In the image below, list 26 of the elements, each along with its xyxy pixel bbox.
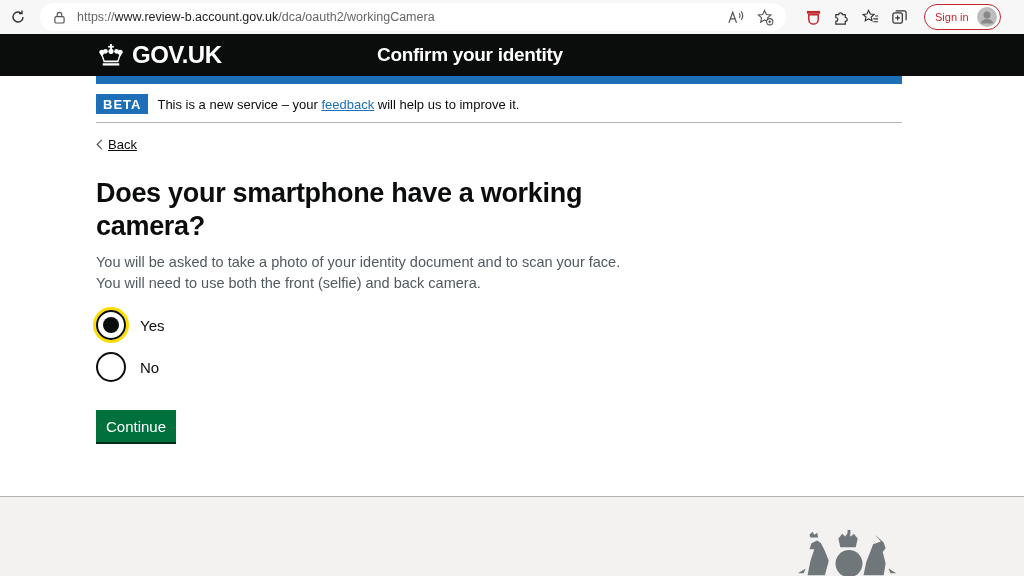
- continue-button[interactable]: Continue: [96, 410, 177, 442]
- hint-text: You will be asked to take a photo of your identity document and to scan your face. You will need to use both the front (selfie) and back camera.: [96, 253, 622, 293]
- logo-link[interactable]: GOV.UK: [96, 41, 377, 69]
- sign-in-button[interactable]: Sign in: [924, 4, 1001, 30]
- phase-banner-text: This is a new service – your feedback will help us to improve it.: [157, 96, 520, 112]
- url-text: https://www.review-b.account.gov.uk/dca/oauth2/workingCamera: [77, 10, 435, 24]
- avatar-icon: [976, 7, 997, 27]
- read-aloud-icon[interactable]: [728, 10, 745, 24]
- reload-icon[interactable]: [10, 9, 26, 25]
- radio-label[interactable]: Yes: [140, 316, 165, 334]
- favorites-icon[interactable]: [862, 9, 879, 25]
- shield-extension-icon[interactable]: [806, 9, 821, 25]
- page-heading: Does your smartphone have a working camera?: [96, 177, 584, 243]
- feedback-link[interactable]: feedback: [321, 96, 375, 112]
- radio-button[interactable]: [96, 310, 126, 340]
- beta-tag: BETA: [96, 94, 149, 114]
- lock-icon: [54, 10, 65, 24]
- radio-button[interactable]: [96, 352, 126, 382]
- back-link[interactable]: Back: [96, 137, 137, 152]
- collections-icon[interactable]: [891, 8, 908, 26]
- service-name[interactable]: Confirm your identity: [377, 44, 563, 66]
- address-bar[interactable]: https://www.review-b.account.gov.uk/dca/oauth2/workingCamera: [40, 3, 786, 31]
- crown-icon: [96, 44, 126, 66]
- radio-label[interactable]: No: [140, 358, 160, 376]
- favorite-add-icon[interactable]: [757, 8, 774, 26]
- chevron-left-icon: [96, 139, 103, 150]
